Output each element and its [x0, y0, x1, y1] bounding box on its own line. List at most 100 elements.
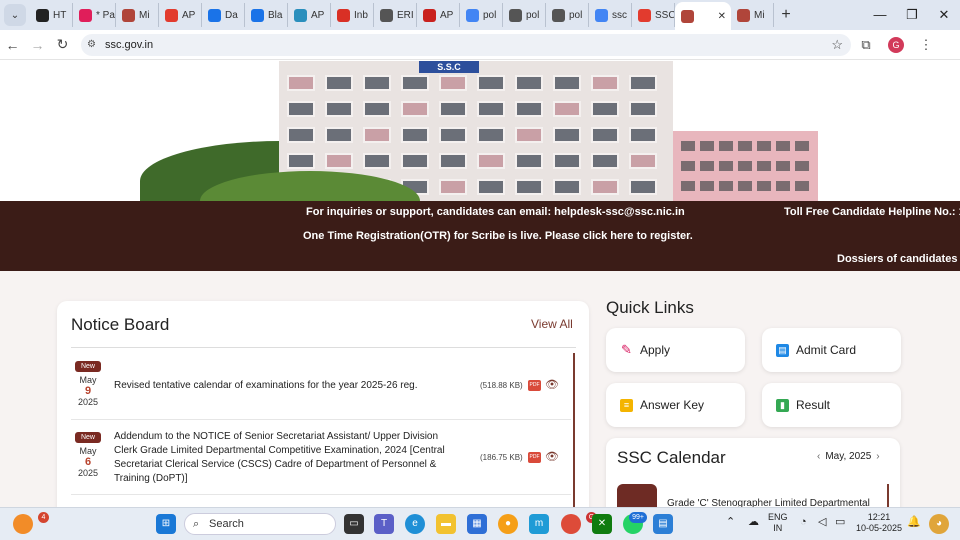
ticker-helpline[interactable]: Toll Free Candidate Helpline No.: 1: [784, 206, 960, 218]
language-indicator[interactable]: ENG IN: [768, 512, 788, 534]
window-shape: [515, 75, 543, 91]
tab-title: AP: [440, 9, 454, 21]
forward-icon[interactable]: →: [25, 37, 50, 53]
close-window-icon[interactable]: ✕: [928, 7, 960, 23]
teams-icon[interactable]: T: [374, 514, 394, 534]
browser-tab[interactable]: pol: [460, 3, 503, 27]
window-shape: [439, 75, 467, 91]
browser-tab[interactable]: Inb: [331, 3, 374, 27]
tab-title: Inb: [354, 9, 368, 21]
answer-key-button[interactable]: ≡ Answer Key: [606, 383, 745, 427]
app-icon[interactable]: ●: [498, 514, 518, 534]
battery-icon[interactable]: ▭: [835, 517, 845, 528]
tab-title: pol: [483, 9, 497, 21]
task-view-icon[interactable]: ▭: [344, 514, 364, 534]
whatsapp-icon[interactable]: 99+: [623, 512, 647, 534]
admit-card-button[interactable]: ▤ Admit Card: [762, 328, 901, 372]
browser-tab[interactable]: AP: [417, 3, 460, 27]
window-shape: [401, 101, 429, 117]
tab-title: HT: [53, 9, 67, 21]
browser-tab[interactable]: Mi: [731, 3, 774, 27]
tab-title: Bla: [268, 9, 283, 21]
profile-avatar[interactable]: G: [888, 36, 904, 53]
minimize-icon[interactable]: —: [864, 7, 896, 23]
maximize-icon[interactable]: ❐: [896, 7, 928, 23]
toi-icon: [423, 8, 436, 22]
chevron-up-icon[interactable]: ⌃: [726, 517, 735, 528]
notice-text[interactable]: Revised tentative calendar of examinatio…: [114, 379, 464, 393]
mydp-icon[interactable]: m: [529, 514, 549, 534]
taskbar-search[interactable]: ⌕ Search: [184, 513, 336, 535]
window-shape: [629, 75, 657, 91]
bell-icon[interactable]: 🔔: [907, 517, 921, 528]
browser-tab[interactable]: ERI: [374, 3, 417, 27]
docs-icon: [251, 8, 264, 22]
chevron-left-icon[interactable]: ‹: [817, 451, 820, 462]
pdf-icon[interactable]: PDF: [528, 380, 541, 391]
view-all-link[interactable]: View All: [531, 317, 573, 331]
copilot-icon[interactable]: ◕: [929, 514, 949, 534]
result-button[interactable]: ▮ Result: [762, 383, 901, 427]
browser-tab[interactable]: Da: [202, 3, 245, 27]
extensions-icon[interactable]: ⧉: [851, 37, 881, 53]
clock[interactable]: 12:21 10-05-2025: [856, 512, 902, 534]
globe-icon: [380, 8, 393, 22]
window-shape: [325, 127, 353, 143]
tab-active[interactable]: ✕: [675, 2, 731, 30]
window-shape: [363, 127, 391, 143]
volume-icon[interactable]: ◁: [818, 517, 826, 528]
browser-tab[interactable]: HT: [30, 3, 73, 27]
window-shape: [757, 161, 771, 171]
xbox-icon[interactable]: ✕: [592, 514, 612, 534]
window-shape: [401, 75, 429, 91]
start-icon[interactable]: ⊞: [156, 514, 176, 534]
window-shape: [287, 153, 315, 169]
browser-tab[interactable]: Mi: [116, 3, 159, 27]
ticker-dossiers[interactable]: Dossiers of candidates: [837, 253, 957, 265]
browser-tab[interactable]: * Pa: [73, 3, 116, 27]
apply-button[interactable]: ✎ Apply: [606, 328, 745, 372]
file-explorer-icon[interactable]: ▬: [436, 514, 456, 534]
bookmark-star-icon[interactable]: ☆: [831, 37, 843, 53]
window-shape: [795, 141, 809, 151]
url-input[interactable]: ⚙ ssc.gov.in ☆: [81, 33, 851, 56]
close-tab-icon[interactable]: ✕: [718, 11, 726, 22]
pdf-icon[interactable]: PDF: [528, 452, 541, 463]
browser-tab[interactable]: SSC: [632, 3, 675, 27]
back-icon[interactable]: ←: [0, 37, 25, 53]
new-tab-button[interactable]: +: [774, 6, 798, 24]
edge-icon[interactable]: e: [405, 514, 425, 534]
emblem-icon: [681, 9, 694, 23]
tab-search-button[interactable]: ⌄: [4, 4, 26, 26]
notice-text[interactable]: Addendum to the NOTICE of Senior Secreta…: [114, 430, 464, 486]
chevron-down-icon: ⌄: [10, 9, 20, 21]
ticker-support-email[interactable]: For inquiries or support, candidates can…: [306, 206, 685, 218]
browser-tab[interactable]: ssc: [589, 3, 632, 27]
notepad-icon[interactable]: ▤: [653, 514, 673, 534]
browser-tab[interactable]: Bla: [245, 3, 288, 27]
chevron-right-icon[interactable]: ›: [876, 451, 879, 462]
eye-icon[interactable]: 👁: [545, 378, 559, 391]
eye-icon[interactable]: 👁: [545, 450, 559, 463]
notice-scrollbar[interactable]: [573, 353, 575, 507]
browser-tab[interactable]: pol: [546, 3, 589, 27]
calendar-scrollbar[interactable]: [887, 484, 889, 507]
window-shape: [629, 153, 657, 169]
site-info-icon[interactable]: ⚙: [87, 39, 105, 50]
reload-icon[interactable]: ↻: [50, 36, 75, 53]
weather-icon[interactable]: 4: [13, 512, 49, 534]
browser-tab[interactable]: pol: [503, 3, 546, 27]
window-shape: [287, 127, 315, 143]
wifi-icon[interactable]: ◔: [800, 517, 807, 528]
store-icon[interactable]: ▦: [467, 514, 487, 534]
browser-tab[interactable]: AP: [288, 3, 331, 27]
menu-kebab-icon[interactable]: ⋮: [911, 37, 941, 53]
onedrive-icon[interactable]: ☁: [748, 517, 759, 528]
window-shape: [591, 179, 619, 195]
window-shape: [363, 101, 391, 117]
ticker-otr-scribe[interactable]: One Time Registration(OTR) for Scribe is…: [303, 230, 693, 242]
calendar-event-text[interactable]: Grade 'C' Stenographer Limited Departmen…: [667, 498, 870, 507]
chrome-icon[interactable]: G: [561, 512, 597, 534]
window-shape: [515, 101, 543, 117]
browser-tab[interactable]: AP: [159, 3, 202, 27]
